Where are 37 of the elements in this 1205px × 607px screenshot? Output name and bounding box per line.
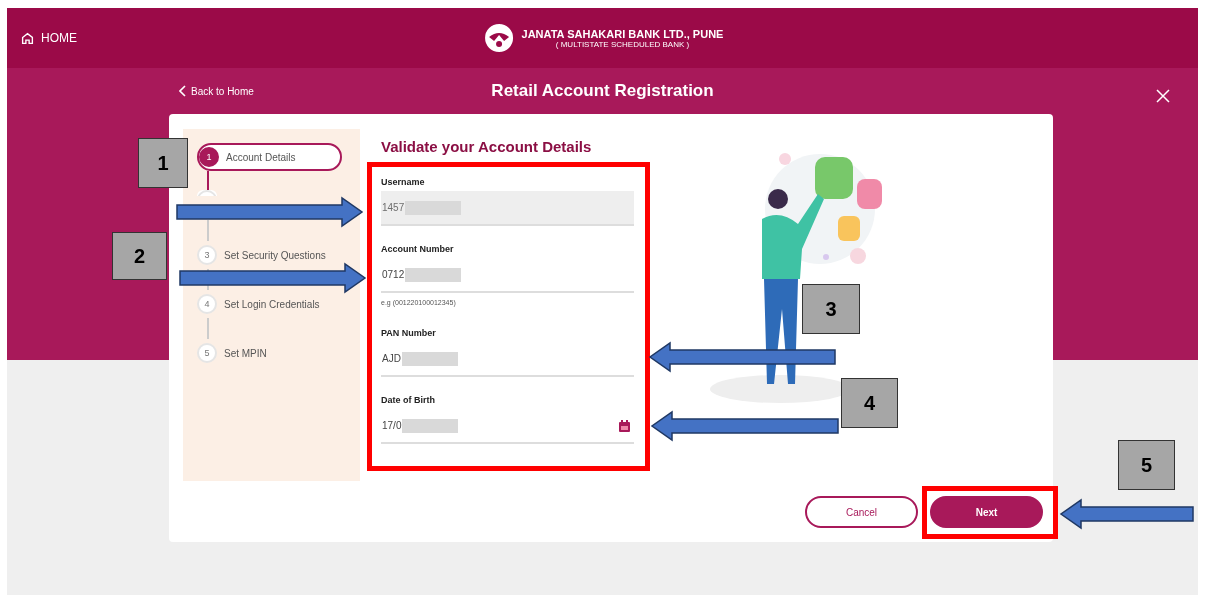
next-button[interactable]: Next bbox=[930, 496, 1043, 528]
form-heading: Validate your Account Details bbox=[381, 138, 593, 155]
step-item[interactable]: 4 Set Login Credentials bbox=[197, 290, 320, 318]
redaction-block bbox=[401, 351, 458, 366]
step-item[interactable]: 1 Account Details bbox=[197, 143, 342, 171]
page-title: Retail Account Registration bbox=[491, 81, 714, 101]
step-item[interactable]: 5 Set MPIN bbox=[197, 339, 267, 367]
step-number: 1 bbox=[199, 147, 219, 167]
step-label: Set MPIN bbox=[224, 347, 267, 359]
chevron-left-icon bbox=[179, 85, 187, 97]
field-label: Username bbox=[381, 177, 426, 187]
callout-number: 1 bbox=[138, 138, 188, 188]
step-label: Account Details bbox=[226, 151, 296, 163]
redaction-block bbox=[402, 418, 459, 433]
field-label: PAN Number bbox=[381, 328, 437, 338]
close-button[interactable] bbox=[1156, 89, 1170, 103]
cancel-button[interactable]: Cancel bbox=[805, 496, 918, 528]
step-item[interactable]: 3 Set Security Questions bbox=[197, 241, 326, 269]
step-number: 3 bbox=[197, 245, 217, 265]
field-label: Date of Birth bbox=[381, 395, 436, 405]
field-label: Account Number bbox=[381, 244, 455, 254]
redaction-block bbox=[405, 267, 462, 282]
step-label: Set Login Credentials bbox=[224, 298, 320, 310]
back-link[interactable]: Back to Home bbox=[179, 85, 254, 97]
bank-subtitle: ( MULTISTATE SCHEDULED BANK ) bbox=[555, 39, 690, 49]
calendar-icon[interactable] bbox=[619, 419, 630, 432]
step-number: 5 bbox=[197, 343, 217, 363]
close-icon bbox=[1156, 89, 1170, 103]
home-icon bbox=[21, 31, 34, 45]
step-label: Set Security Questions bbox=[224, 249, 326, 261]
step-number: 4 bbox=[197, 294, 217, 314]
callout-number: 5 bbox=[1118, 440, 1175, 490]
home-link[interactable]: HOME bbox=[21, 31, 77, 45]
bank-name: JANATA SAHAKARI BANK LTD., PUNE bbox=[521, 27, 724, 40]
callout-number: 2 bbox=[112, 232, 167, 280]
callout-number: 3 bbox=[802, 284, 860, 334]
callout-number: 4 bbox=[841, 378, 898, 428]
